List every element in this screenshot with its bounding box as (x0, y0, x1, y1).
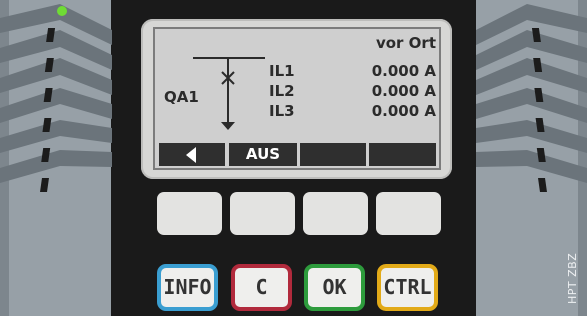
info-button[interactable]: INFO (157, 264, 218, 311)
protection-relay-panel: vor Ort QA1 IL1 IL2 IL3 0.000 A 0.000 A … (0, 0, 587, 316)
softkey-aus[interactable]: AUS (229, 143, 297, 166)
figure-code-watermark: HPT ZBZ (566, 252, 579, 304)
function-key-1[interactable] (157, 192, 222, 235)
status-led-icon (57, 6, 67, 16)
left-edge-strip (0, 0, 9, 316)
ok-button[interactable]: OK (304, 264, 365, 311)
function-key-4[interactable] (376, 192, 441, 235)
measurement-name-il2: IL2 (269, 82, 295, 100)
ctrl-button[interactable]: CTRL (377, 264, 438, 311)
function-key-2[interactable] (230, 192, 295, 235)
measurement-value-il2: 0.000 A (371, 82, 436, 100)
measurement-value-il3: 0.000 A (371, 102, 436, 120)
arrow-left-icon (186, 146, 196, 163)
softkey-4[interactable] (369, 143, 436, 166)
measurement-name-il3: IL3 (269, 102, 295, 120)
softkey-back[interactable] (159, 143, 225, 166)
clear-button[interactable]: C (231, 264, 292, 311)
location-label: vor Ort (375, 34, 436, 52)
softkey-3[interactable] (300, 143, 366, 166)
left-side-housing (0, 0, 111, 316)
function-key-3[interactable] (303, 192, 368, 235)
measurement-name-il1: IL1 (269, 62, 295, 80)
device-label: QA1 (164, 88, 199, 106)
measurement-value-il1: 0.000 A (371, 62, 436, 80)
softkey-bar: AUS (157, 143, 439, 166)
